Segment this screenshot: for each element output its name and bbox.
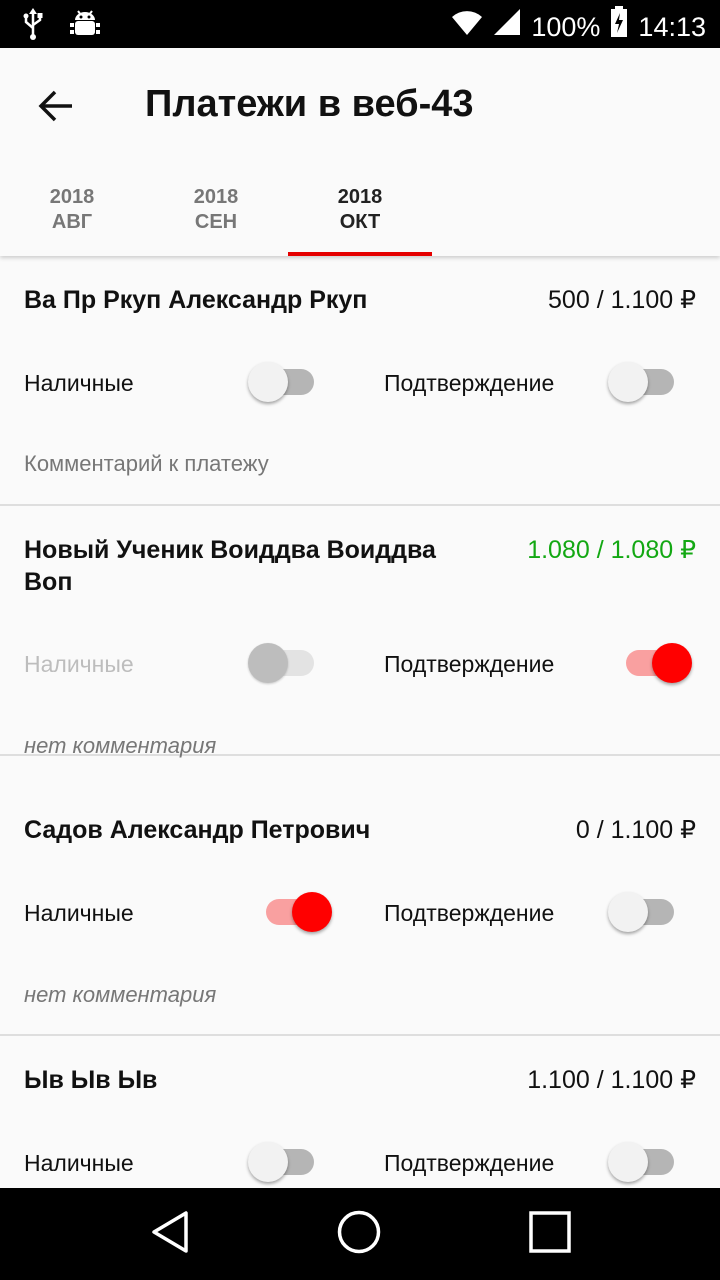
nav-back-button[interactable] [130, 1202, 210, 1266]
confirm-switch[interactable] [622, 641, 692, 685]
tab-year: 2018 [337, 186, 383, 208]
android-debug-icon [70, 8, 100, 45]
confirm-label: Подтверждение [384, 651, 555, 677]
battery-charging-icon [610, 6, 628, 47]
confirm-label: Подтверждение [384, 370, 555, 396]
payment-amount: 0 / 1.100 ₽ [575, 816, 696, 844]
confirm-switch[interactable] [608, 1140, 678, 1184]
confirm-label: Подтверждение [384, 900, 555, 926]
tab-month: АВГ [51, 211, 93, 233]
cash-switch [248, 641, 318, 685]
tab-2018-oct[interactable]: 2018 ОКТ [288, 168, 432, 256]
signal-icon [493, 8, 521, 45]
list-item: Ва Пр Ркуп Александр Ркуп 500 / 1.100 ₽ … [0, 256, 720, 506]
student-name: Новый Ученик Воиддва Воиддва Воп [24, 536, 436, 596]
back-triangle-icon [150, 1210, 190, 1259]
tab-2018-aug[interactable]: 2018 АВГ [0, 168, 144, 256]
cash-switch[interactable] [248, 1140, 318, 1184]
page-title: Платежи в веб-43 [145, 83, 474, 125]
confirm-label: Подтверждение [384, 1150, 555, 1176]
wifi-icon [451, 9, 483, 45]
month-tabs: 2018 АВГ 2018 СЕН 2018 ОКТ [0, 168, 720, 256]
student-name: Садов Александр Петрович [24, 816, 371, 844]
cash-label: Наличные [24, 370, 134, 396]
confirm-switch[interactable] [608, 890, 678, 934]
tab-2018-sep[interactable]: 2018 СЕН [144, 168, 288, 256]
list-item: Новый Ученик Воиддва Воиддва Воп 1.080 /… [0, 506, 720, 758]
student-name: Ыв Ыв Ыв [24, 1066, 158, 1094]
tab-month: СЕН [194, 211, 238, 233]
tab-year: 2018 [49, 186, 95, 208]
active-tab-indicator [288, 252, 432, 256]
cash-switch[interactable] [262, 890, 332, 934]
payments-list[interactable]: Ва Пр Ркуп Александр Ркуп 500 / 1.100 ₽ … [0, 256, 720, 1188]
cash-label: Наличные [24, 1150, 134, 1176]
payment-comment-field[interactable]: Комментарий к платежу [24, 451, 269, 477]
list-item: Ыв Ыв Ыв 1.100 / 1.100 ₽ Наличные Подтве… [0, 1036, 720, 1188]
recents-square-icon [528, 1210, 572, 1259]
tab-month: ОКТ [339, 211, 381, 233]
tab-year: 2018 [193, 186, 239, 208]
payment-comment: нет комментария [24, 733, 217, 758]
arrow-back-icon [38, 90, 74, 127]
cash-label: Наличные [24, 651, 134, 677]
confirm-switch[interactable] [608, 360, 678, 404]
status-bar: 100% 14:13 [0, 0, 720, 48]
system-nav-bar [0, 1188, 720, 1280]
nav-home-button[interactable] [319, 1202, 399, 1266]
usb-icon [22, 8, 44, 45]
payment-comment: нет комментария [24, 982, 217, 1007]
clock: 14:13 [638, 11, 706, 42]
cash-switch[interactable] [248, 360, 318, 404]
nav-recents-button[interactable] [510, 1202, 590, 1266]
cash-label: Наличные [24, 900, 134, 926]
home-circle-icon [336, 1209, 382, 1260]
battery-text: 100% [531, 11, 601, 42]
app-bar: Платежи в веб-43 2018 АВГ 2018 СЕН 2018 … [0, 48, 720, 256]
list-item: Садов Александр Петрович 0 / 1.100 ₽ Нал… [0, 786, 720, 1036]
payment-amount: 1.100 / 1.100 ₽ [527, 1066, 696, 1094]
back-button[interactable] [24, 76, 88, 140]
payment-amount: 500 / 1.100 ₽ [548, 286, 696, 314]
payment-amount: 1.080 / 1.080 ₽ [527, 536, 696, 564]
student-name: Ва Пр Ркуп Александр Ркуп [24, 286, 368, 314]
